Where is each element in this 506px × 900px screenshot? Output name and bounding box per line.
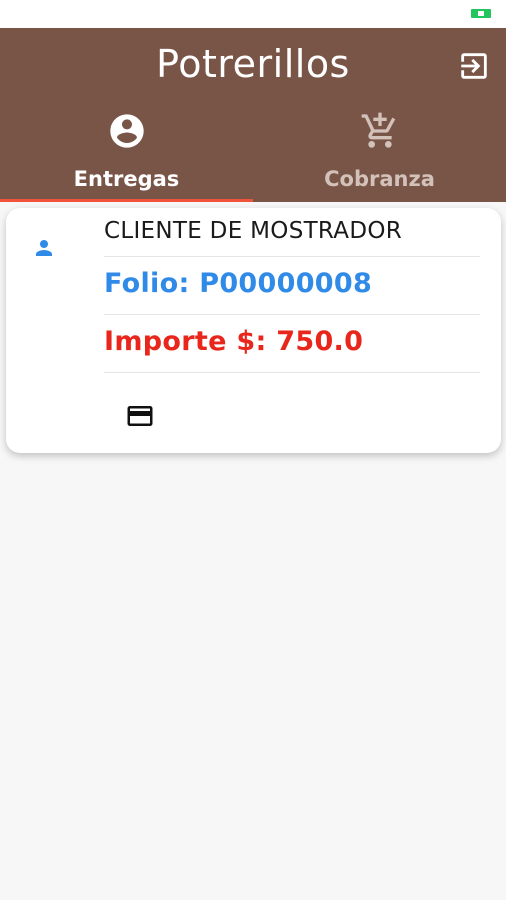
- tab-cobranza[interactable]: Cobranza: [253, 108, 506, 202]
- tab-label: Cobranza: [324, 167, 435, 191]
- tab-entregas[interactable]: Entregas: [0, 108, 253, 202]
- account-circle-icon: [107, 111, 147, 151]
- client-name: CLIENTE DE MOSTRADOR: [104, 218, 403, 244]
- person-icon: [36, 240, 52, 256]
- tab-indicator: [0, 199, 253, 202]
- app-title: Potrerillos: [156, 42, 350, 86]
- logout-button[interactable]: [454, 46, 494, 86]
- tab-bar: Entregas Cobranza: [0, 108, 506, 202]
- divider: [104, 372, 480, 373]
- payment-button[interactable]: [118, 394, 162, 438]
- add-shopping-cart-icon: [360, 111, 400, 151]
- logout-icon: [461, 53, 487, 79]
- folio-label: Folio: P00000008: [104, 268, 373, 299]
- delivery-card[interactable]: CLIENTE DE MOSTRADOR Folio: P00000008 Im…: [6, 208, 501, 453]
- importe-label: Importe $: 750.0: [104, 326, 364, 357]
- divider: [104, 256, 480, 257]
- status-bar: [0, 0, 506, 28]
- credit-card-icon: [127, 406, 153, 426]
- tab-label: Entregas: [73, 167, 180, 191]
- battery-icon: [470, 8, 494, 19]
- divider: [104, 314, 480, 315]
- app-bar: Potrerillos Entregas Cobranza: [0, 28, 506, 202]
